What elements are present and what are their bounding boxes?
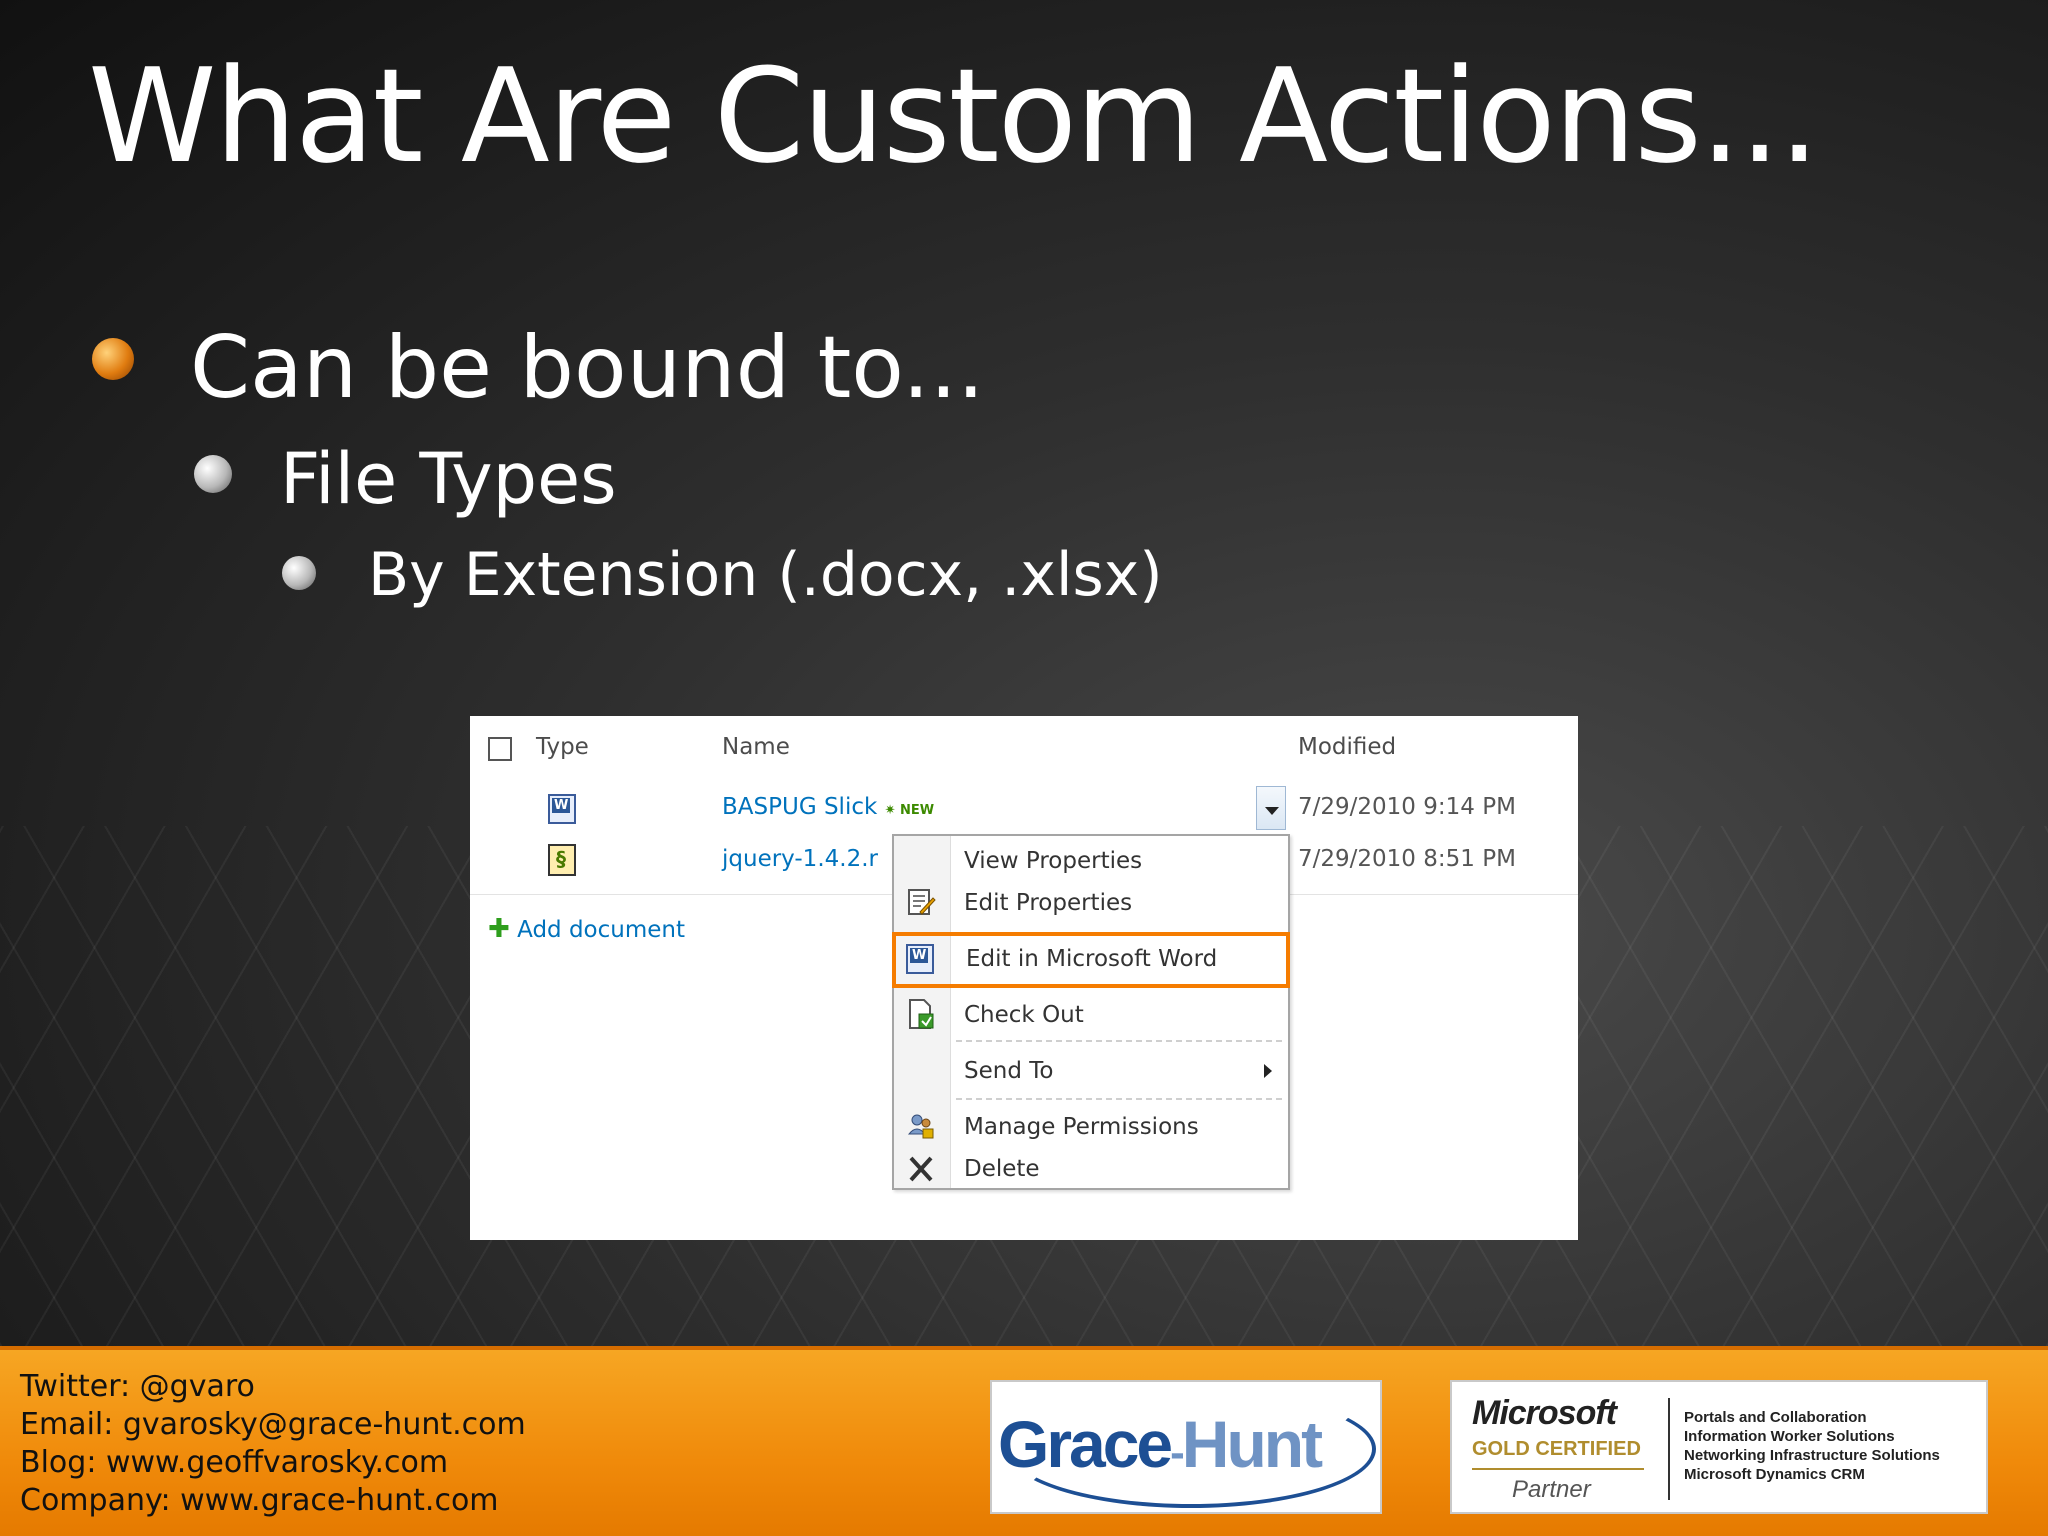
edit-properties-icon: [908, 889, 936, 915]
menu-item-edit-in-word[interactable]: W Edit in Microsoft Word: [892, 932, 1290, 988]
logo-divider: [1668, 1398, 1670, 1500]
plus-icon: ✚: [488, 914, 510, 944]
menu-item-view-properties[interactable]: View Properties: [894, 840, 1288, 882]
delete-icon: [909, 1156, 933, 1182]
permissions-icon: [907, 1114, 934, 1139]
competency-list: Portals and Collaboration Information Wo…: [1684, 1408, 1940, 1484]
bullet-level-1: Can be bound to...: [190, 318, 985, 418]
check-out-icon: [909, 999, 934, 1029]
contact-info: Twitter: @gvaro Email: gvarosky@grace-hu…: [20, 1368, 526, 1520]
select-all-checkbox[interactable]: [488, 737, 512, 761]
submenu-arrow-icon: [1264, 1064, 1272, 1078]
modified-date: 7/29/2010 9:14 PM: [1298, 794, 1516, 820]
microsoft-wordmark: Microsoft: [1472, 1394, 1617, 1432]
bullet-level-2: File Types: [280, 438, 617, 520]
bullet-dot-silver-icon: [194, 455, 232, 493]
doc-link-jquery[interactable]: jquery-1.4.2.r: [722, 846, 878, 872]
menu-item-edit-properties[interactable]: Edit Properties: [894, 882, 1288, 924]
gold-rule: [1472, 1468, 1644, 1470]
bullet-dot-silver-icon: [282, 556, 316, 590]
menu-item-send-to[interactable]: Send To: [894, 1050, 1288, 1092]
item-context-menu: View Properties Edit Properties W Edit i…: [892, 834, 1290, 1190]
menu-separator: [956, 1040, 1282, 1042]
competency-item: Information Worker Solutions: [1684, 1428, 1895, 1445]
script-file-icon[interactable]: §: [548, 844, 576, 876]
item-menu-dropdown-button[interactable]: [1256, 786, 1286, 830]
document-library-screenshot: Type Name Modified W BASPUG Slick ✷ NEW …: [470, 716, 1578, 1240]
add-document-link[interactable]: ✚ Add document: [488, 914, 685, 944]
grace-hunt-logo: Grace-Hunt: [990, 1380, 1382, 1514]
modified-date: 7/29/2010 8:51 PM: [1298, 846, 1516, 872]
competency-item: Microsoft Dynamics CRM: [1684, 1466, 1865, 1483]
menu-item-check-out[interactable]: Check Out: [894, 994, 1288, 1036]
contact-email: Email: gvarosky@grace-hunt.com: [20, 1407, 526, 1442]
doc-link-baspug[interactable]: BASPUG Slick ✷ NEW: [722, 794, 934, 820]
grace-hunt-wordmark: Grace-Hunt: [998, 1407, 1323, 1481]
menu-item-delete[interactable]: Delete: [894, 1148, 1288, 1190]
menu-separator: [956, 1098, 1282, 1100]
gold-certified-label: GOLD CERTIFIED: [1472, 1438, 1641, 1460]
slide-title: What Are Custom Actions...: [88, 40, 1820, 192]
contact-company: Company: www.grace-hunt.com: [20, 1483, 499, 1518]
contact-twitter: Twitter: @gvaro: [20, 1369, 255, 1404]
column-header-type[interactable]: Type: [536, 734, 589, 760]
bullet-level-3: By Extension (.docx, .xlsx): [368, 540, 1163, 610]
column-header-modified[interactable]: Modified: [1298, 734, 1396, 760]
partner-label: Partner: [1512, 1476, 1591, 1503]
menu-item-manage-permissions[interactable]: Manage Permissions: [894, 1106, 1288, 1148]
new-badge: ✷ NEW: [884, 803, 935, 818]
word-doc-icon[interactable]: W: [548, 794, 576, 824]
contact-blog: Blog: www.geoffvarosky.com: [20, 1445, 449, 1480]
competency-item: Portals and Collaboration: [1684, 1409, 1867, 1426]
word-doc-icon: W: [906, 944, 934, 974]
competency-item: Networking Infrastructure Solutions: [1684, 1447, 1940, 1464]
column-header-name[interactable]: Name: [722, 734, 790, 760]
microsoft-gold-partner-logo: Microsoft GOLD CERTIFIED Partner Portals…: [1450, 1380, 1988, 1514]
bullet-dot-orange-icon: [92, 338, 134, 380]
slide-footer: Twitter: @gvaro Email: gvarosky@grace-hu…: [0, 1346, 2048, 1536]
